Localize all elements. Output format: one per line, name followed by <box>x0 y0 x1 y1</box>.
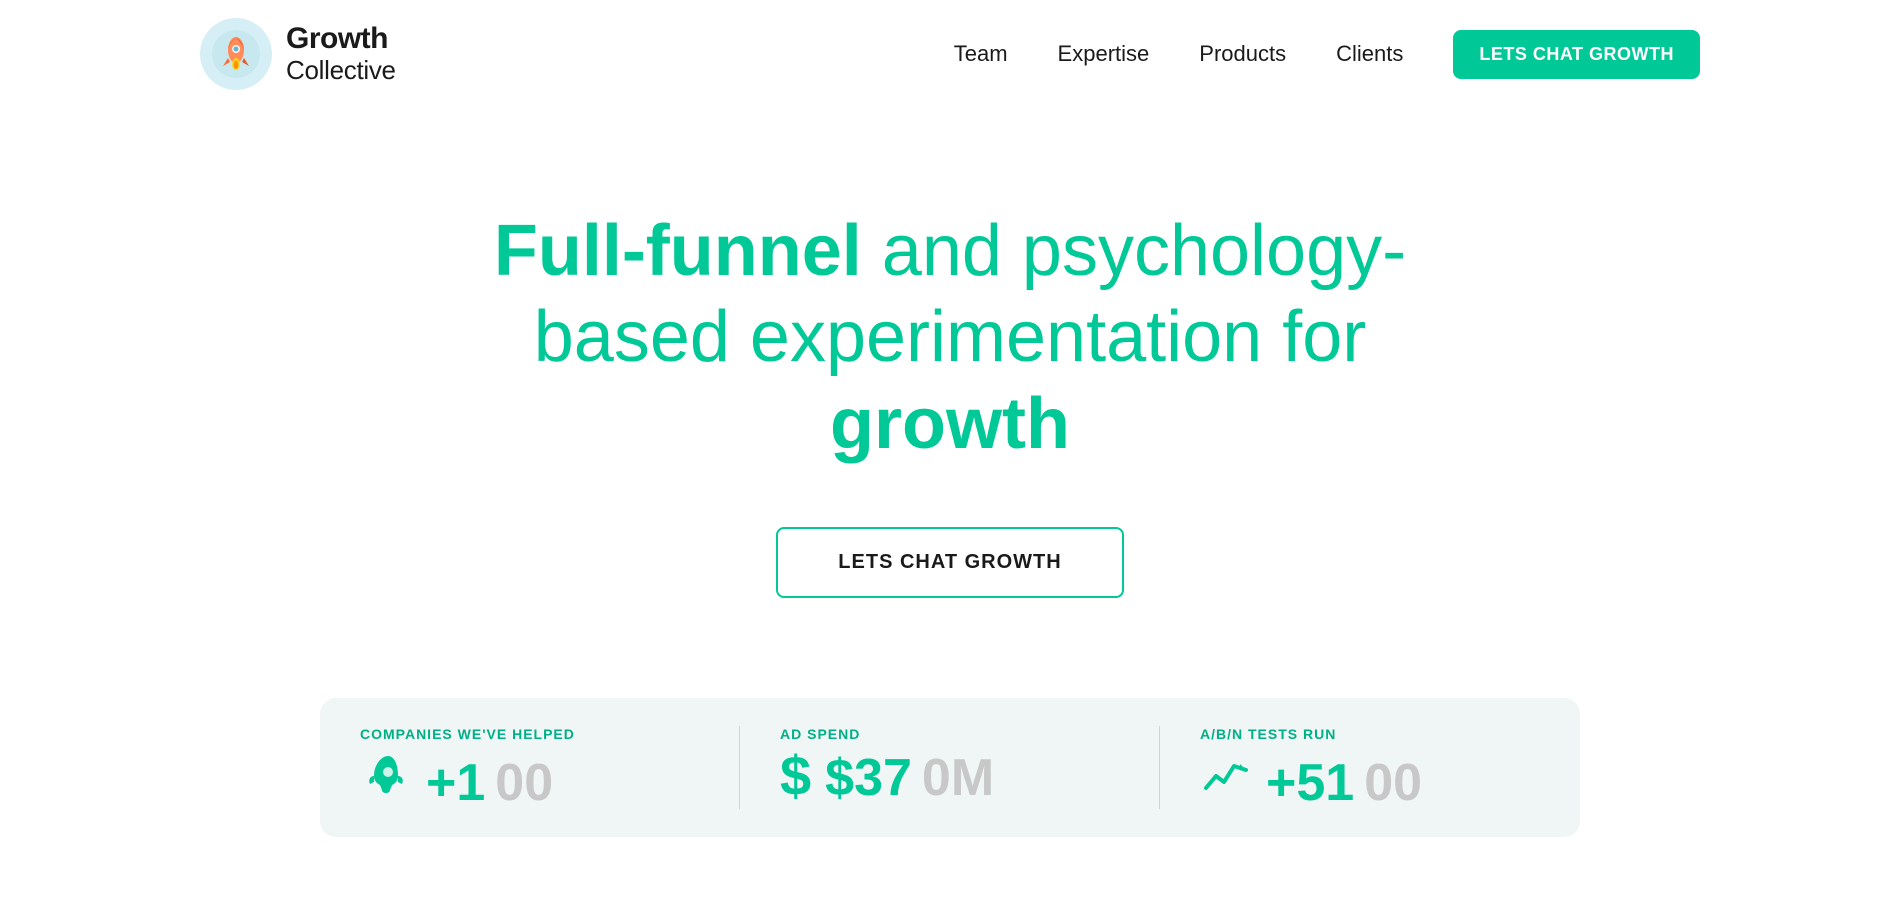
dollar-icon: $ <box>780 748 811 804</box>
stat-ad-spend-label: AD SPEND <box>780 726 860 742</box>
stat-companies-value-row: +1 00 <box>360 748 553 809</box>
rocket-icon <box>360 748 412 809</box>
stat-ad-spend-partial: 0M <box>922 752 994 804</box>
stat-ad-spend: AD SPEND $ $37 0M <box>740 698 1160 837</box>
stat-ab-tests-partial: 00 <box>1364 757 1422 809</box>
navbar: Growth Collective Team Expertise Product… <box>0 0 1900 108</box>
nav-products[interactable]: Products <box>1199 41 1286 67</box>
brand-subtitle: Collective <box>286 56 396 86</box>
hero-headline-growth: growth <box>830 384 1070 464</box>
hero-section: Full-funnel and psychology-based experim… <box>0 108 1900 658</box>
stat-ab-tests-number: +51 <box>1266 757 1354 809</box>
nav-links: Team Expertise Products Clients LETS CHA… <box>954 30 1700 79</box>
brand-name: Growth <box>286 22 396 57</box>
nav-team[interactable]: Team <box>954 41 1008 67</box>
stat-companies-number: +1 <box>426 757 485 809</box>
stat-companies: COMPANIES WE'VE HELPED +1 00 <box>320 698 740 837</box>
chart-icon <box>1200 748 1252 809</box>
nav-cta-button[interactable]: LETS CHAT GROWTH <box>1453 30 1700 79</box>
logo[interactable]: Growth Collective <box>200 18 396 90</box>
hero-headline-bold: Full-funnel <box>494 211 862 291</box>
hero-headline: Full-funnel and psychology-based experim… <box>494 208 1406 467</box>
logo-text: Growth Collective <box>286 22 396 86</box>
stat-ab-tests: A/B/n TESTS RUN +51 00 <box>1160 698 1580 837</box>
stat-ab-tests-value-row: +51 00 <box>1200 748 1422 809</box>
stats-strip: COMPANIES WE'VE HELPED +1 00 AD SPEND $ … <box>320 698 1580 837</box>
stat-ad-spend-number: $37 <box>825 752 912 804</box>
stat-ad-spend-value-row: $ $37 0M <box>780 748 994 804</box>
stat-ab-tests-label: A/B/n TESTS RUN <box>1200 726 1336 742</box>
nav-clients[interactable]: Clients <box>1336 41 1403 67</box>
hero-cta-button[interactable]: LETS CHAT GROWTH <box>776 527 1123 598</box>
logo-icon <box>200 18 272 90</box>
nav-expertise[interactable]: Expertise <box>1058 41 1150 67</box>
stat-companies-partial: 00 <box>495 757 553 809</box>
stat-companies-label: COMPANIES WE'VE HELPED <box>360 726 575 742</box>
